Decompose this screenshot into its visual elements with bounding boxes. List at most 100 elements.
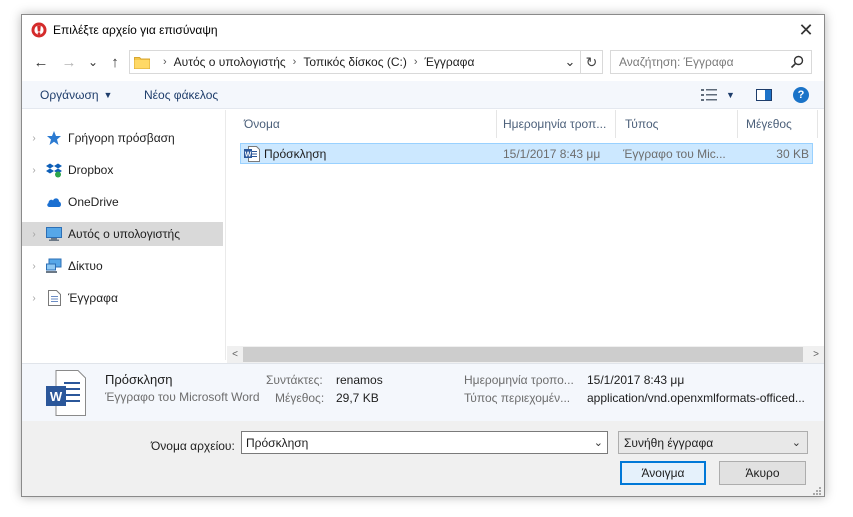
- expand-arrow-icon[interactable]: ›: [22, 165, 46, 176]
- filetype-select[interactable]: Συνήθη έγγραφα ⌄: [618, 431, 808, 454]
- column-header-name[interactable]: Όνομα ^: [227, 110, 497, 138]
- expand-arrow-icon[interactable]: ›: [22, 261, 46, 272]
- dropdown-arrow-icon: ▼: [103, 90, 113, 100]
- file-name-cell: W Πρόσκληση: [244, 145, 327, 162]
- details-file-name: Πρόσκληση: [105, 372, 173, 387]
- column-header-type[interactable]: Τύπος: [616, 110, 738, 138]
- address-bar[interactable]: › Αυτός ο υπολογιστής › Τοπικός δίσκος (…: [129, 50, 603, 74]
- forward-button[interactable]: →: [58, 51, 80, 73]
- search-icon: [790, 55, 804, 69]
- organize-label: Οργάνωση: [40, 88, 99, 102]
- navigation-bar: ← → ⌄ ↑ › Αυτός ο υπολογιστής › Τοπικός …: [22, 47, 824, 77]
- view-options-button[interactable]: ▼: [700, 85, 736, 105]
- filename-value: Πρόσκληση: [246, 435, 309, 450]
- file-open-dialog: Επιλέξτε αρχείο για επισύναψη ✕ ← → ⌄ ↑ …: [21, 14, 825, 497]
- filename-label: Όνομα αρχείου:: [151, 439, 235, 453]
- help-icon: ?: [793, 87, 809, 103]
- filename-input[interactable]: Πρόσκληση ⌄: [241, 431, 608, 454]
- document-icon: [46, 290, 62, 306]
- breadcrumb-separator: ›: [292, 56, 297, 68]
- details-pane: W Πρόσκληση Έγγραφο του Microsoft Word Σ…: [22, 363, 824, 421]
- organize-button[interactable]: Οργάνωση ▼: [40, 81, 112, 109]
- new-folder-label: Νέος φάκελος: [144, 88, 219, 102]
- command-bar: Οργάνωση ▼ Νέος φάκελος ▼ ?: [22, 81, 824, 109]
- expand-arrow-icon[interactable]: ›: [22, 293, 46, 304]
- scroll-left-button[interactable]: <: [227, 346, 243, 363]
- chevron-down-icon: ⌄: [564, 54, 576, 69]
- network-icon: [46, 258, 62, 274]
- sidebar-item-documents[interactable]: › Έγγραφα: [22, 286, 222, 310]
- column-header-date[interactable]: Ημερομηνία τροπ...: [497, 110, 616, 138]
- title-bar: Επιλέξτε αρχείο για επισύναψη ✕: [22, 15, 824, 45]
- folder-icon: [134, 56, 150, 69]
- details-modified-label: Ημερομηνία τροπο...: [464, 373, 574, 387]
- refresh-button[interactable]: ↻: [580, 50, 602, 74]
- cloud-icon: [46, 194, 62, 210]
- app-icon: [31, 22, 47, 38]
- file-size-cell: 30 KB: [776, 146, 809, 161]
- word-document-large-icon: W: [46, 370, 86, 416]
- details-authors-value: renamos: [336, 373, 383, 387]
- dropbox-icon: [46, 162, 62, 178]
- chevron-down-icon: ⌄: [791, 437, 801, 449]
- scroll-right-button[interactable]: >: [808, 346, 824, 363]
- details-content-type-label: Τύπος περιεχομέν...: [464, 391, 571, 405]
- up-button[interactable]: ↑: [104, 51, 126, 73]
- horizontal-scrollbar[interactable]: < >: [227, 346, 824, 363]
- sidebar-item-network[interactable]: › Δίκτυο: [22, 254, 222, 278]
- sidebar-item-label: Έγγραφα: [68, 291, 118, 305]
- sidebar-item-quick-access[interactable]: › Γρήγορη πρόσβαση: [22, 126, 222, 150]
- details-modified-value: 15/1/2017 8:43 μμ: [587, 373, 685, 387]
- preview-pane-button[interactable]: [754, 85, 774, 105]
- chevron-down-icon: ⌄: [87, 55, 99, 69]
- refresh-icon: ↻: [585, 53, 598, 70]
- chevron-down-icon[interactable]: ⌄: [594, 436, 603, 449]
- resize-grip-icon[interactable]: [812, 486, 822, 496]
- dropdown-arrow-icon: ▼: [726, 90, 735, 100]
- star-icon: [46, 130, 62, 146]
- sidebar-item-label: Γρήγορη πρόσβαση: [68, 131, 175, 145]
- filetype-value: Συνήθη έγγραφα: [624, 435, 714, 450]
- up-arrow-icon: ↑: [111, 53, 119, 71]
- svg-text:W: W: [50, 389, 63, 404]
- close-button[interactable]: ✕: [796, 20, 816, 40]
- column-header-size[interactable]: Μέγεθος: [738, 110, 818, 138]
- details-size-value: 29,7 KB: [336, 391, 379, 405]
- back-arrow-icon: ←: [33, 53, 49, 71]
- expand-arrow-icon[interactable]: ›: [22, 229, 46, 240]
- sidebar-item-label: OneDrive: [68, 195, 119, 209]
- details-size-label: Μέγεθος:: [275, 391, 325, 405]
- file-list: Όνομα ^ Ημερομηνία τροπ... Τύπος Μέγεθος…: [227, 110, 824, 346]
- computer-icon: [46, 226, 62, 242]
- back-button[interactable]: ←: [30, 51, 52, 73]
- address-history-button[interactable]: ⌄: [561, 51, 579, 73]
- sidebar-item-label: Dropbox: [68, 163, 114, 177]
- preview-pane-icon: [756, 89, 772, 101]
- dialog-footer: Όνομα αρχείου: Πρόσκληση ⌄ Συνήθη έγγραφ…: [22, 421, 824, 496]
- search-placeholder: Αναζήτηση: Έγγραφα: [619, 55, 734, 69]
- cancel-button[interactable]: Άκυρο: [719, 461, 806, 485]
- sidebar-item-this-pc[interactable]: › Αυτός ο υπολογιστής: [22, 222, 223, 246]
- help-button[interactable]: ?: [792, 85, 810, 105]
- navigation-pane: › Γρήγορη πρόσβαση › Dropbox OneDrive › …: [22, 110, 226, 360]
- details-file-type: Έγγραφο του Microsoft Word: [105, 390, 260, 404]
- sidebar-item-onedrive[interactable]: OneDrive: [22, 190, 222, 214]
- word-document-icon: W: [244, 145, 260, 162]
- sidebar-item-label: Αυτός ο υπολογιστής: [68, 227, 180, 241]
- table-row[interactable]: W Πρόσκληση 15/1/2017 8:43 μμ Έγγραφο το…: [240, 143, 813, 164]
- recent-locations-button[interactable]: ⌄: [86, 51, 100, 73]
- search-input[interactable]: Αναζήτηση: Έγγραφα: [610, 50, 812, 74]
- sidebar-item-dropbox[interactable]: › Dropbox: [22, 158, 222, 182]
- open-button[interactable]: Άνοιγμα: [620, 461, 706, 485]
- breadcrumb-separator: ›: [163, 56, 167, 68]
- new-folder-button[interactable]: Νέος φάκελος: [144, 81, 218, 109]
- breadcrumb-local-disk[interactable]: Τοπικός δίσκος (C:): [303, 55, 407, 69]
- svg-text:W: W: [245, 151, 252, 158]
- file-type-cell: Έγγραφο του Mic...: [623, 146, 726, 161]
- breadcrumb-documents[interactable]: Έγγραφα: [425, 55, 475, 69]
- breadcrumb-this-pc[interactable]: Αυτός ο υπολογιστής: [174, 55, 286, 69]
- details-content-type-value: application/vnd.openxmlformats-officed..…: [587, 391, 805, 405]
- sort-ascending-icon: ^: [363, 110, 368, 115]
- scrollbar-thumb[interactable]: [243, 347, 803, 362]
- expand-arrow-icon[interactable]: ›: [22, 133, 46, 144]
